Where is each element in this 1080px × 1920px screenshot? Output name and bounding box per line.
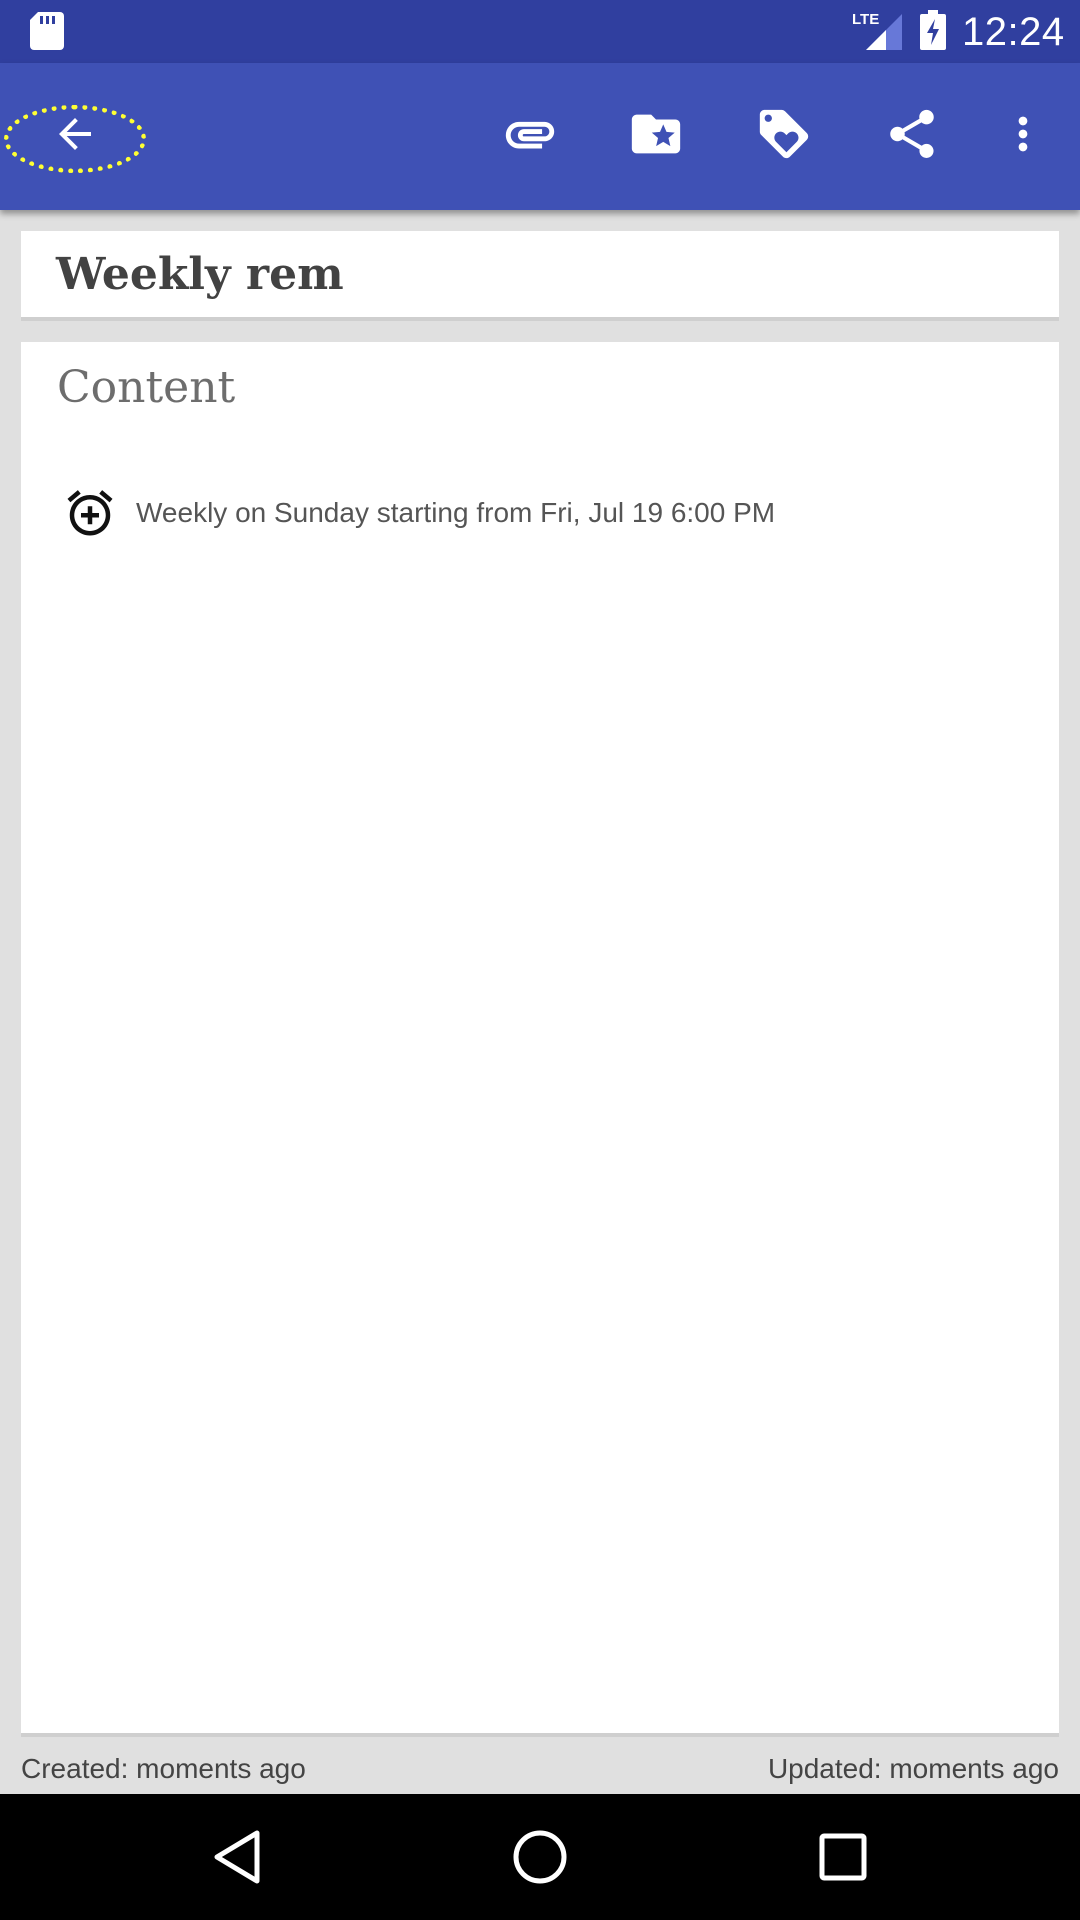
status-bar: LTE 12:24: [0, 0, 1080, 63]
tag-button[interactable]: [748, 63, 820, 210]
attachment-icon: [501, 105, 559, 168]
system-nav-bar: [0, 1794, 1080, 1920]
created-time: Created: moments ago: [21, 1753, 306, 1784]
battery-charging-icon: [920, 10, 946, 55]
home-circle-icon: [512, 1829, 568, 1890]
alarm-add-icon: [63, 486, 117, 540]
recents-square-icon: [818, 1832, 868, 1887]
focus-highlight: [4, 105, 146, 173]
lte-signal-icon: LTE: [852, 10, 902, 57]
note-title[interactable]: Weekly rem: [56, 249, 344, 300]
sd-card-icon: [30, 12, 64, 55]
attach-button[interactable]: [494, 63, 566, 210]
nav-home-button[interactable]: [508, 1827, 572, 1891]
note-title-card[interactable]: Weekly rem: [21, 231, 1059, 321]
tag-heart-icon: [755, 105, 813, 168]
back-button[interactable]: [0, 63, 150, 210]
share-icon: [883, 105, 941, 168]
share-button[interactable]: [876, 63, 948, 210]
clock: 12:24: [962, 10, 1065, 54]
nav-recents-button[interactable]: [811, 1827, 875, 1891]
app-toolbar: [0, 63, 1080, 210]
folder-star-icon: [627, 105, 685, 168]
more-vert-icon: [997, 108, 1049, 165]
overflow-menu-button[interactable]: [998, 63, 1048, 210]
nav-back-button[interactable]: [205, 1827, 269, 1891]
category-button[interactable]: [620, 63, 692, 210]
reminder-text: Weekly on Sunday starting from Fri, Jul …: [136, 497, 776, 528]
svg-text:LTE: LTE: [852, 11, 879, 28]
back-triangle-icon: [211, 1829, 263, 1890]
reminder-row[interactable]: Weekly on Sunday starting from Fri, Jul …: [63, 486, 775, 540]
content-heading[interactable]: Content: [57, 362, 235, 413]
updated-time: Updated: moments ago: [767, 1753, 1059, 1784]
note-footer: Created: moments ago Updated: moments ag…: [21, 1749, 1059, 1789]
note-content-card[interactable]: Content Weekly on Sunday starting from F…: [21, 342, 1059, 1737]
